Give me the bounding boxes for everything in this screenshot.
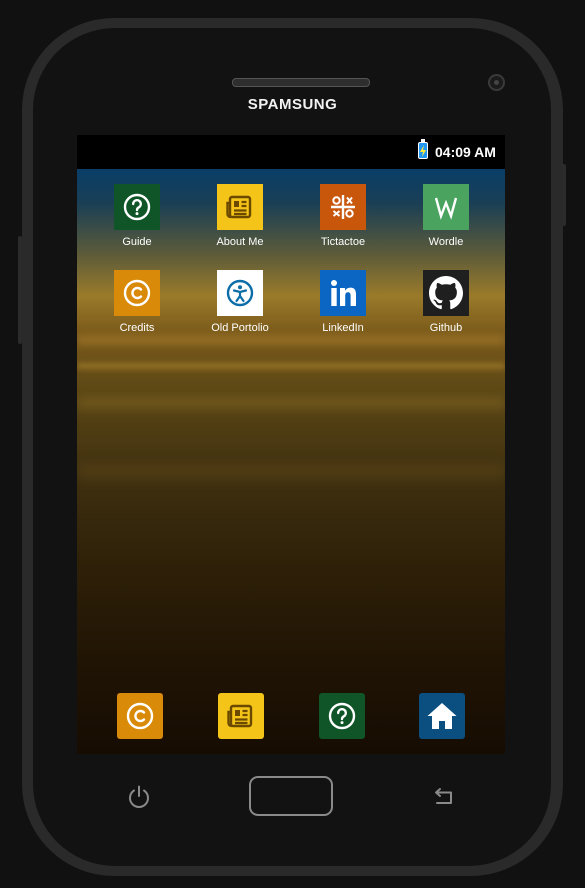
power-icon[interactable] (126, 784, 152, 815)
dock-credits-button[interactable] (117, 693, 163, 739)
brand-name: SPAMSUNG (247, 96, 338, 113)
volume-button[interactable] (18, 236, 22, 344)
status-bar: 04:09 AM (77, 135, 505, 169)
app-wordle[interactable]: Wordle (401, 184, 491, 248)
newspaper-icon (217, 184, 263, 230)
status-time: 04:09 AM (435, 144, 496, 160)
app-linkedin[interactable]: LinkedIn (298, 270, 388, 334)
app-github[interactable]: Github (401, 270, 491, 334)
question-circle-icon (114, 184, 160, 230)
app-old-portfolio[interactable]: Old Portolio (195, 270, 285, 334)
app-tictactoe[interactable]: Tictactoe (298, 184, 388, 248)
github-icon (423, 270, 469, 316)
dock-about-me-button[interactable] (218, 693, 264, 739)
phone-screen: 04:09 AM Guide About Me Tictactoe Wordle… (77, 135, 505, 754)
app-label: Credits (119, 322, 155, 334)
camera-icon (488, 74, 505, 91)
home-icon (427, 703, 457, 729)
app-label: Tictactoe (320, 236, 366, 248)
copyright-icon (126, 702, 154, 730)
question-circle-icon (328, 702, 356, 730)
app-guide[interactable]: Guide (92, 184, 182, 248)
accessibility-icon (217, 270, 263, 316)
app-label: Old Portolio (211, 322, 269, 334)
linkedin-icon (320, 270, 366, 316)
app-label: About Me (216, 236, 264, 248)
wordle-w-icon (423, 184, 469, 230)
app-label: Guide (122, 236, 152, 248)
app-label: LinkedIn (322, 322, 364, 334)
dock-home-button[interactable] (419, 693, 465, 739)
copyright-icon (114, 270, 160, 316)
tictactoe-icon (320, 184, 366, 230)
back-arrow-icon[interactable] (432, 786, 456, 813)
app-label: Github (429, 322, 463, 334)
app-credits[interactable]: Credits (92, 270, 182, 334)
dock-guide-button[interactable] (319, 693, 365, 739)
app-label: Wordle (428, 236, 464, 248)
side-power-button[interactable] (562, 164, 566, 226)
newspaper-icon (227, 704, 253, 728)
app-about-me[interactable]: About Me (195, 184, 285, 248)
home-button[interactable] (249, 776, 333, 816)
battery-charging-icon (418, 139, 428, 159)
earpiece-speaker (232, 78, 370, 87)
